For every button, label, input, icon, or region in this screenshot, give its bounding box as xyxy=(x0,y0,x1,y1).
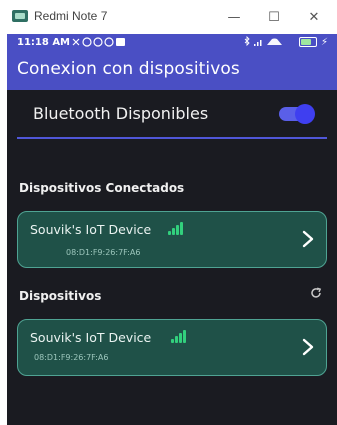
whatsapp-icon xyxy=(93,37,103,47)
signal-strength-icon xyxy=(171,330,189,343)
status-bar: 11:18 AM ⚡ xyxy=(7,34,337,52)
refresh-icon[interactable] xyxy=(310,287,324,301)
battery-icon xyxy=(298,37,317,47)
notification-icons xyxy=(71,36,131,51)
window-title: Redmi Note 7 xyxy=(34,9,108,23)
phone-screen: 11:18 AM ⚡ Conexion con dispositivos Blu… xyxy=(7,34,337,425)
bluetooth-label: Bluetooth Disponibles xyxy=(33,104,209,123)
system-icons-svg xyxy=(244,36,282,47)
status-time: 11:18 AM xyxy=(17,37,71,48)
connected-device-card[interactable]: Souvik's IoT Device 08:D1:F9:26:7F:A6 xyxy=(17,211,327,268)
connected-devices-heading: Dispositivos Conectados xyxy=(19,181,185,195)
maximize-button[interactable]: ☐ xyxy=(254,4,294,30)
toggle-knob xyxy=(295,104,315,124)
minimize-button[interactable]: — xyxy=(214,4,254,30)
page-title: Conexion con dispositivos xyxy=(17,59,240,79)
cell-signal-icon xyxy=(253,44,256,46)
whatsapp-icon xyxy=(104,37,114,47)
charging-icon: ⚡ xyxy=(320,36,329,48)
emulator-window: Redmi Note 7 — ☐ ✕ 11:18 AM ⚡ Conexion c… xyxy=(0,0,337,425)
wifi-icon xyxy=(266,38,282,45)
system-icons: ⚡ xyxy=(243,36,329,48)
bluetooth-toggle-row: Bluetooth Disponibles xyxy=(17,92,327,139)
devices-heading: Dispositivos xyxy=(19,289,102,303)
chevron-right-icon xyxy=(302,230,314,248)
app-bar: Conexion con dispositivos xyxy=(7,52,337,90)
device-name: Souvik's IoT Device xyxy=(30,222,152,237)
app-icon xyxy=(12,10,28,22)
device-name: Souvik's IoT Device xyxy=(30,330,152,345)
chevron-right-icon xyxy=(302,338,314,356)
device-mac: 08:D1:F9:26:7F:A6 xyxy=(34,353,109,362)
notification-icons-svg xyxy=(72,37,125,47)
mute-icon xyxy=(72,38,80,46)
bluetooth-toggle[interactable] xyxy=(279,104,315,124)
window-titlebar: Redmi Note 7 — ☐ ✕ xyxy=(0,0,337,34)
signal-strength-icon xyxy=(168,222,186,235)
bluetooth-icon xyxy=(244,36,250,47)
alarm-icon xyxy=(82,37,92,47)
message-icon xyxy=(116,38,125,46)
device-mac: 08:D1:F9:26:7F:A6 xyxy=(66,248,141,257)
close-button[interactable]: ✕ xyxy=(294,4,334,30)
available-device-card[interactable]: Souvik's IoT Device 08:D1:F9:26:7F:A6 xyxy=(17,319,327,376)
